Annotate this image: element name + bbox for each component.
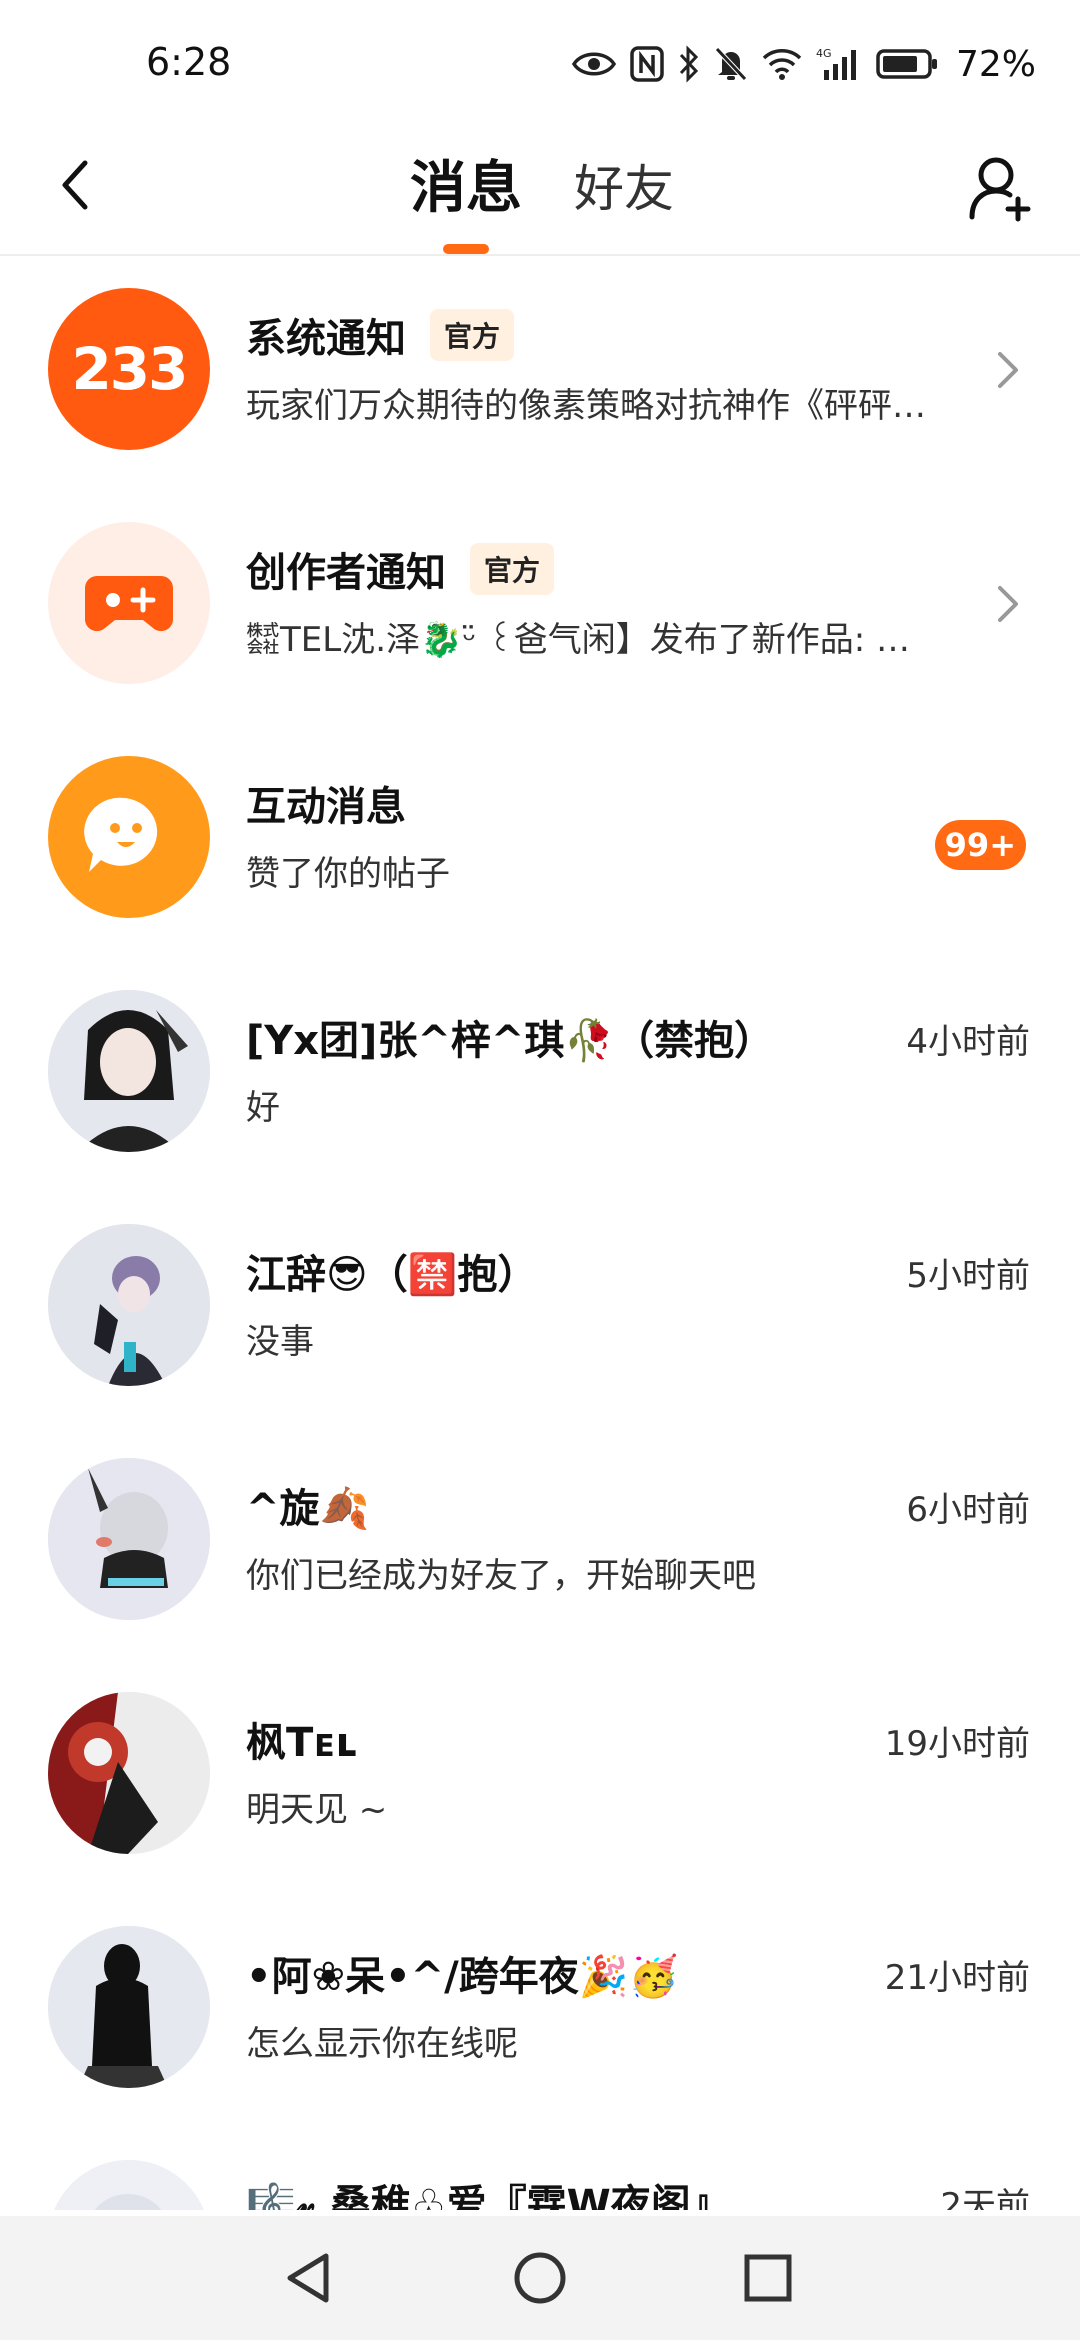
user-avatar xyxy=(48,1224,210,1386)
add-friend-button[interactable] xyxy=(960,144,1040,234)
eye-icon xyxy=(571,49,616,79)
list-item-chat[interactable]: 枫Tᴇʟ 明天见 ~ 19小时前 xyxy=(0,1660,1080,1894)
triangle-back-icon xyxy=(287,2253,329,2303)
row-title: ^旋🍂 xyxy=(246,1486,370,1532)
list-item-creator-notice[interactable]: 创作者通知 官方 ㍿TEL沈.泽🐉ᵕ̈ ꒰爸气闲】发布了新作品: … xyxy=(0,490,1080,724)
row-title-group: ^旋🍂 xyxy=(246,1476,369,1534)
row-preview: 你们已经成为好友了，开始聊天吧 xyxy=(246,1556,756,1596)
tab-friends[interactable]: 好友 xyxy=(574,144,674,234)
row-preview: ㍿TEL沈.泽🐉ᵕ̈ ꒰爸气闲】发布了新作品: … xyxy=(246,620,911,660)
system-nav-bar xyxy=(0,2216,1080,2340)
row-title: 互动消息 xyxy=(246,784,406,830)
row-title: •阿❀呆•^/跨年夜🎉🥳 xyxy=(246,1954,679,2000)
row-title-group: 枫Tᴇʟ xyxy=(246,1710,357,1768)
chevron-right-icon xyxy=(988,340,1028,400)
row-title: [Yx团]张^梓^琪🥀（禁抱） xyxy=(246,1018,775,1064)
row-timestamp: 4小时前 xyxy=(906,1022,1030,1062)
row-title-group: 系统通知 官方 xyxy=(246,306,515,364)
list-item-system-notice[interactable]: 233 系统通知 官方 玩家们万众期待的像素策略对抗神作《砰砰… xyxy=(0,256,1080,490)
row-title: 系统通知 xyxy=(246,316,406,362)
row-preview: 没事 xyxy=(246,1322,314,1362)
list-item-chat[interactable]: ^旋🍂 你们已经成为好友了，开始聊天吧 6小时前 xyxy=(0,1426,1080,1660)
nav-home-button[interactable] xyxy=(500,2238,580,2318)
row-title-group: 🎼𝓋.桑稚♧爱『霖W夜阁』 xyxy=(246,2172,731,2210)
user-avatar xyxy=(48,1926,210,2088)
list-item-chat[interactable]: 江辞😎（🈲抱） 没事 5小时前 xyxy=(0,1192,1080,1426)
tab-messages[interactable]: 消息 xyxy=(410,144,522,254)
row-title: 🎼𝓋.桑稚♧爱『霖W夜阁』 xyxy=(246,2182,731,2210)
row-title-group: •阿❀呆•^/跨年夜🎉🥳 xyxy=(246,1944,678,2002)
status-time: 6:28 xyxy=(146,40,232,84)
svg-text:4G: 4G xyxy=(816,47,832,60)
active-tab-indicator xyxy=(443,244,489,254)
row-title: 枫Tᴇʟ xyxy=(246,1720,358,1766)
row-timestamp: 2天前 xyxy=(940,2186,1030,2210)
row-preview: 玩家们万众期待的像素策略对抗神作《砰砰… xyxy=(246,386,926,426)
status-bar: 6:28 4G 72% xyxy=(0,0,1080,130)
creator-notice-avatar xyxy=(48,522,210,684)
official-badge: 官方 xyxy=(430,309,515,361)
row-title-group: 江辞😎（🈲抱） xyxy=(246,1242,538,1300)
list-item-chat[interactable]: 🎼𝓋.桑稚♧爱『霖W夜阁』 2天前 xyxy=(0,2128,1080,2210)
header: 消息 好友 xyxy=(0,130,1080,256)
row-timestamp: 19小时前 xyxy=(884,1724,1030,1764)
nfc-icon xyxy=(630,46,664,82)
nav-recents-button[interactable] xyxy=(728,2238,808,2318)
unread-count-badge: 99+ xyxy=(934,820,1026,870)
status-icons: 4G 72% xyxy=(571,42,1036,86)
system-notice-avatar: 233 xyxy=(48,288,210,450)
battery-icon xyxy=(876,48,938,80)
wifi-icon xyxy=(762,48,802,80)
row-timestamp: 6小时前 xyxy=(906,1490,1030,1530)
row-preview: 明天见 ~ xyxy=(246,1790,388,1830)
battery-percent: 72% xyxy=(955,43,1036,85)
avatar-233-logo: 233 xyxy=(71,335,188,403)
row-preview: 好 xyxy=(246,1088,280,1128)
row-title: 江辞😎（🈲抱） xyxy=(246,1252,538,1298)
official-badge: 官方 xyxy=(470,543,555,595)
user-avatar xyxy=(48,2160,210,2210)
row-title-group: [Yx团]张^梓^琪🥀（禁抱） xyxy=(246,1008,774,1066)
tab-friends-label: 好友 xyxy=(574,160,674,218)
row-timestamp: 5小时前 xyxy=(906,1256,1030,1296)
row-preview: 怎么显示你在线呢 xyxy=(246,2024,518,2064)
tab-messages-label: 消息 xyxy=(410,156,522,221)
interaction-avatar xyxy=(48,756,210,918)
user-avatar xyxy=(48,1458,210,1620)
bell-muted-icon xyxy=(714,46,748,82)
row-preview: 赞了你的帖子 xyxy=(246,854,450,894)
square-recents-icon xyxy=(744,2254,792,2302)
nav-back-button[interactable] xyxy=(268,2238,348,2318)
row-title-group: 互动消息 xyxy=(246,774,406,832)
gamepad-icon xyxy=(85,576,173,632)
list-item-chat[interactable]: [Yx团]张^梓^琪🥀（禁抱） 好 4小时前 xyxy=(0,958,1080,1192)
row-timestamp: 21小时前 xyxy=(884,1958,1030,1998)
bluetooth-icon xyxy=(678,45,700,83)
add-user-icon xyxy=(969,157,1031,222)
user-avatar xyxy=(48,990,210,1152)
back-arrow-icon xyxy=(62,160,88,210)
circle-home-icon xyxy=(514,2252,566,2304)
signal-4g-icon: 4G xyxy=(816,46,862,82)
list-item-chat[interactable]: •阿❀呆•^/跨年夜🎉🥳 怎么显示你在线呢 21小时前 xyxy=(0,1894,1080,2128)
tab-bar: 消息 好友 xyxy=(410,144,674,254)
row-title: 创作者通知 xyxy=(246,550,446,596)
list-item-interaction-messages[interactable]: 互动消息 赞了你的帖子 99+ xyxy=(0,724,1080,958)
chevron-right-icon xyxy=(988,574,1028,634)
chat-bubble-face-icon xyxy=(84,797,158,872)
back-button[interactable] xyxy=(40,150,110,220)
row-title-group: 创作者通知 官方 xyxy=(246,540,555,598)
user-avatar xyxy=(48,1692,210,1854)
